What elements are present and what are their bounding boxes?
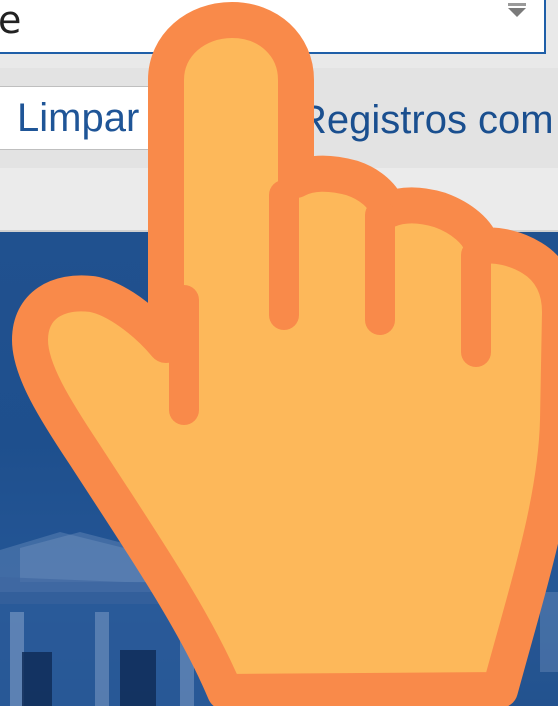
hero-banner-image <box>0 232 558 706</box>
filter-strip: e <box>0 0 558 68</box>
chevron-down-icon[interactable] <box>508 3 526 17</box>
toolbar: Limpar Registros com <box>0 68 558 168</box>
hero-house-illustration <box>0 232 558 706</box>
records-count-label: Registros com <box>298 98 554 142</box>
screen-root: e Limpar Registros com <box>0 0 558 706</box>
separator-band <box>0 168 558 232</box>
clear-button[interactable]: Limpar <box>0 86 174 150</box>
dropdown-selected-value: e <box>0 0 22 42</box>
filter-dropdown[interactable]: e <box>0 0 546 54</box>
